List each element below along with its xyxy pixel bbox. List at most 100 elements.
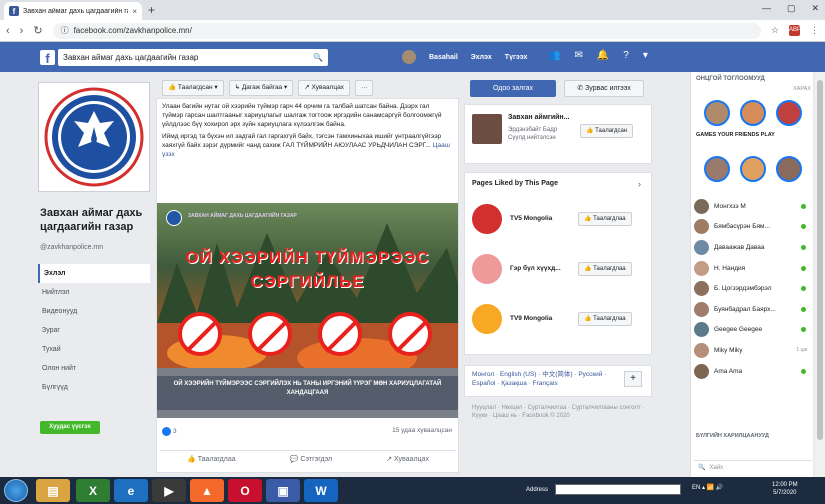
url-input[interactable]: ⓘ facebook.com/zavkhanpolice.mn/ — [52, 22, 761, 39]
nav-profile[interactable]: Basahail — [429, 54, 458, 61]
page-profile-picture[interactable] — [38, 82, 150, 192]
media-player-icon[interactable]: ▶ — [152, 479, 186, 502]
game-thumbnail[interactable] — [704, 156, 730, 182]
contact-name: Н. Нандия — [714, 264, 746, 272]
contact-item[interactable]: Ama Ama — [694, 361, 812, 382]
contact-item[interactable]: Даваажав Даваа — [694, 237, 812, 258]
game-thumbnail[interactable] — [740, 100, 766, 126]
add-language-button[interactable]: + — [624, 371, 642, 387]
page-nav-item[interactable]: Видеонууд — [38, 302, 150, 321]
reaction-count[interactable]: 3 — [162, 427, 177, 436]
page-nav-item[interactable]: Нийтлэл — [38, 283, 150, 302]
excel-icon[interactable]: X — [76, 479, 110, 502]
facebook-footer-links[interactable]: Нууцлал · Нөхцөл · Сурталчилгаа · Суртал… — [472, 404, 648, 420]
browser-menu-icon[interactable]: ⋮ — [810, 25, 819, 36]
contact-item[interactable]: Б. Цогзэрдэмбэрэл — [694, 278, 812, 299]
window-controls: — ▢ ✕ — [762, 3, 819, 14]
account-menu-icon[interactable]: ▾ — [643, 50, 648, 61]
liked-page-logo[interactable] — [472, 254, 502, 284]
new-tab-button[interactable]: + — [148, 3, 155, 17]
maximize-icon[interactable]: ▢ — [787, 3, 796, 14]
liked-page-like-button[interactable]: 👍 Таалагдлаа — [578, 212, 632, 226]
game-thumbnail[interactable] — [704, 100, 730, 126]
post-comment-button[interactable]: 💬 Сэтгэгдэл — [290, 455, 332, 463]
friends-icon[interactable]: 👥 — [548, 50, 560, 61]
nav-create[interactable]: Түгээх — [505, 54, 528, 61]
liked-page-name[interactable]: TV9 Mongolia — [510, 315, 552, 322]
windows-start-icon[interactable] — [4, 479, 28, 502]
tab-close-icon[interactable]: × — [132, 7, 137, 16]
search-icon[interactable]: 🔍 — [313, 53, 323, 62]
photos-app-icon[interactable]: ▣ — [266, 479, 300, 502]
post-share-button[interactable]: ↗ Хуваалцах — [386, 455, 429, 463]
game-thumbnail[interactable] — [776, 156, 802, 182]
taskbar-address-input[interactable] — [555, 484, 681, 495]
create-page-button[interactable]: Хуудас үүсгэх — [40, 421, 100, 434]
send-message-button[interactable]: ✆ Зурвас илгээх — [564, 80, 644, 97]
site-info-icon[interactable]: ⓘ — [61, 25, 69, 36]
games-see-all-link[interactable]: ХАРАХ — [793, 86, 811, 92]
page-handle[interactable]: @zavkhanpolice.mn — [40, 244, 103, 251]
help-icon[interactable]: ? — [623, 50, 629, 61]
contact-avatar — [694, 239, 709, 255]
liked-page-logo[interactable] — [472, 304, 502, 334]
chat-search-input[interactable]: 🔍 Хайх — [694, 460, 812, 474]
game-thumbnail[interactable] — [776, 100, 802, 126]
contact-avatar — [694, 322, 709, 338]
following-button[interactable]: ↳ Дагаж байгаа ▾ — [228, 80, 294, 96]
page-nav-item[interactable]: Зураг — [38, 321, 150, 340]
related-page-name[interactable]: Завхан аймгийн... — [508, 114, 570, 121]
back-icon[interactable]: ‹ — [6, 25, 10, 37]
share-page-button[interactable]: ↗ Хуваалцах — [298, 80, 350, 96]
call-now-button[interactable]: Одоо залгах — [470, 80, 556, 97]
facebook-search-input[interactable]: Завхан аймаг дахь цагдаагийн газар 🔍 — [58, 49, 328, 66]
user-avatar[interactable] — [402, 50, 416, 64]
page-nav-item[interactable]: Бүлгүүд — [38, 378, 150, 397]
url-text: facebook.com/zavkhanpolice.mn/ — [73, 26, 192, 35]
notifications-icon[interactable]: 🔔 — [597, 50, 609, 61]
adblock-extension-icon[interactable]: ABP — [789, 25, 801, 36]
system-tray[interactable]: EN ▴ 📶 🔊 — [692, 484, 723, 491]
related-page-thumbnail[interactable] — [472, 114, 502, 144]
scrollbar-thumb[interactable] — [817, 80, 823, 440]
contact-item[interactable]: Miky Miky 1 цаг — [694, 340, 812, 361]
liked-page-like-button[interactable]: 👍 Таалагдлаа — [578, 262, 632, 276]
nav-home[interactable]: Эхлэх — [471, 54, 492, 61]
page-nav-item[interactable]: Эхлэл — [38, 264, 150, 283]
browser-tab[interactable]: f Завхан аймаг дахь цагдаагийн га × — [4, 2, 142, 20]
chevron-right-icon[interactable]: › — [638, 179, 641, 189]
poster-organization: ЗАВХАН АЙМАГ ДАХЬ ЦАГДААГИЙН ГАЗАР — [188, 213, 297, 219]
internet-explorer-icon[interactable]: e — [114, 479, 148, 502]
reload-icon[interactable]: ↻ — [33, 24, 42, 37]
more-options-button[interactable]: ··· — [354, 80, 374, 96]
liked-page-name[interactable]: Гэр бүл хүүхд... — [510, 265, 561, 272]
liked-page-name[interactable]: TV5 Mongolia — [510, 215, 552, 222]
contact-item[interactable]: Н. Нандия — [694, 258, 812, 279]
facebook-logo-icon[interactable]: f — [40, 50, 55, 66]
minimize-icon[interactable]: — — [762, 3, 771, 14]
opera-icon[interactable]: O — [228, 479, 262, 502]
page-nav-item[interactable]: Олон нийт — [38, 359, 150, 378]
contact-item[interactable]: Монгхзэ М — [694, 196, 812, 217]
language-links[interactable]: Монгол · English (US) · 中文(简体) · Русский… — [472, 370, 622, 388]
forward-icon[interactable]: › — [20, 25, 24, 37]
bookmark-star-icon[interactable]: ☆ — [771, 25, 779, 36]
liked-button[interactable]: 👍 Таалагдсан ▾ — [162, 80, 224, 96]
share-count[interactable]: 15 удаа хуваалцсан — [392, 427, 452, 436]
close-window-icon[interactable]: ✕ — [811, 3, 819, 14]
contact-item[interactable]: Бямбасүрэн Бям... — [694, 217, 812, 238]
liked-page-like-button[interactable]: 👍 Таалагдлаа — [578, 312, 632, 326]
page-nav-item[interactable]: Тухай — [38, 340, 150, 359]
messenger-icon[interactable]: ✉ — [574, 50, 582, 61]
brave-browser-icon[interactable]: ▲ — [190, 479, 224, 502]
related-page-like-button[interactable]: 👍 Таалагдсан — [580, 124, 634, 138]
taskbar-clock[interactable]: 12:00 PM 5/7/2020 — [772, 481, 798, 497]
contact-item[interactable]: Буянбадрал Баярх... — [694, 299, 812, 320]
contact-name: Miky Miky — [714, 346, 743, 354]
file-explorer-icon[interactable]: ▤ — [36, 479, 70, 502]
post-like-button[interactable]: 👍 Таалагдлаа — [187, 455, 236, 463]
game-thumbnail[interactable] — [740, 156, 766, 182]
contact-item[interactable]: Geegee Geegee — [694, 320, 812, 341]
word-icon[interactable]: W — [304, 479, 338, 502]
liked-page-logo[interactable] — [472, 204, 502, 234]
